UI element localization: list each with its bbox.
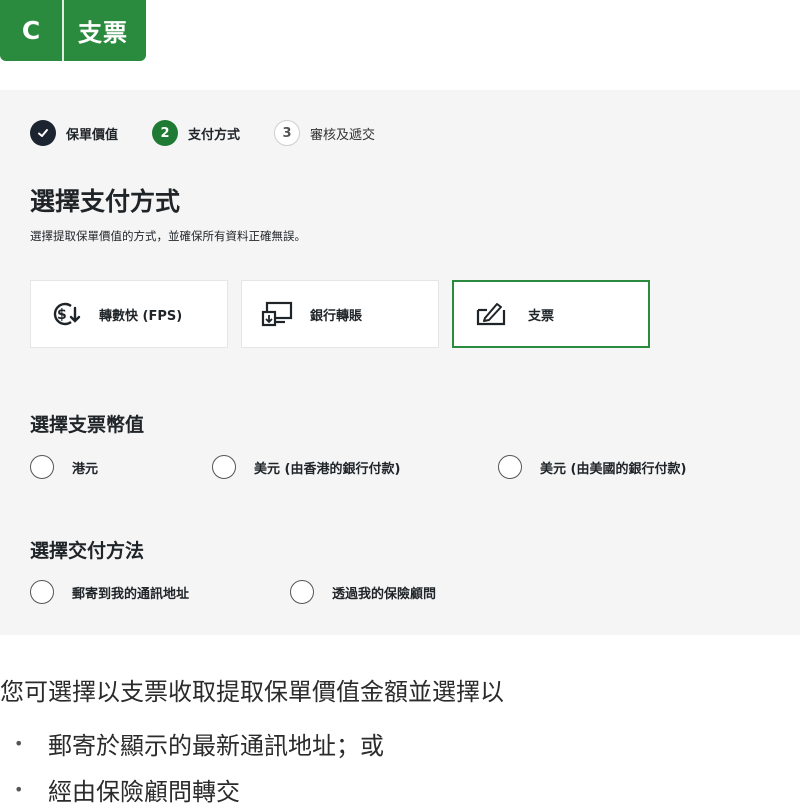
section-title: 支票 xyxy=(78,19,128,47)
radio-usd-us-bank[interactable]: 美元 (由美國的銀行付款) xyxy=(498,455,686,479)
bullet-text: 經由保險顧問轉交 xyxy=(48,777,240,806)
radio-label: 港元 xyxy=(72,461,99,477)
step-number: 2 xyxy=(152,120,179,146)
method-label: 轉數快 (FPS) xyxy=(99,308,183,324)
radio-circle[interactable] xyxy=(30,580,54,604)
step-review-submit[interactable]: 3 審核及遞交 xyxy=(274,120,375,146)
delivery-section-title: 選擇交付方法 xyxy=(30,540,145,562)
check-icon xyxy=(30,120,56,146)
page-subtitle: 選擇提取保單價值的方式，並確保所有資料正確無誤。 xyxy=(30,229,306,243)
step-policy-value[interactable]: 保單價值 xyxy=(30,120,118,146)
fps-dollar-icon: $ xyxy=(49,299,83,329)
list-item: • 郵寄於顯示的最新通訊地址；或 xyxy=(14,720,384,766)
radio-circle[interactable] xyxy=(290,580,314,604)
method-card-cheque[interactable]: 支票 xyxy=(452,280,650,348)
section-letter: C xyxy=(21,16,41,45)
note-intro: 您可選擇以支票收取提取保單價值金額並選擇以 xyxy=(0,678,504,706)
radio-label: 美元 (由香港的銀行付款) xyxy=(254,461,401,477)
section-chip: C 支票 xyxy=(0,0,146,61)
step-label: 審核及遞交 xyxy=(310,127,376,143)
chip-divider xyxy=(62,0,64,61)
delivery-options: 郵寄到我的通訊地址 透過我的保險顧問 xyxy=(30,580,436,604)
bullet-icon: • xyxy=(14,779,24,799)
payment-method-options: $ 轉數快 (FPS) 銀行轉賬 支票 xyxy=(30,280,663,348)
method-label: 銀行轉賬 xyxy=(310,308,363,324)
payment-panel: 保單價值 2 支付方式 3 審核及遞交 選擇支付方式 選擇提取保單價值的方式，並… xyxy=(0,90,800,635)
currency-options: 港元 美元 (由香港的銀行付款) 美元 (由美國的銀行付款) xyxy=(30,455,686,479)
step-label: 支付方式 xyxy=(188,127,241,143)
radio-via-advisor[interactable]: 透過我的保險顧問 xyxy=(290,580,436,604)
cheque-icon xyxy=(474,299,508,329)
note-bullets: • 郵寄於顯示的最新通訊地址；或 • 經由保險顧問轉交 xyxy=(14,720,384,812)
list-item: • 經由保險顧問轉交 xyxy=(14,766,384,812)
currency-section-title: 選擇支票幣值 xyxy=(30,414,145,436)
radio-hkd[interactable]: 港元 xyxy=(30,455,212,479)
step-number: 3 xyxy=(274,120,301,146)
radio-mail-address[interactable]: 郵寄到我的通訊地址 xyxy=(30,580,290,604)
bank-transfer-icon xyxy=(260,299,294,329)
page-title: 選擇支付方式 xyxy=(30,187,181,216)
radio-usd-hk-bank[interactable]: 美元 (由香港的銀行付款) xyxy=(212,455,498,479)
step-label: 保單價值 xyxy=(66,127,119,143)
method-card-fps[interactable]: $ 轉數快 (FPS) xyxy=(30,280,228,348)
bullet-text: 郵寄於顯示的最新通訊地址；或 xyxy=(48,731,384,760)
radio-label: 郵寄到我的通訊地址 xyxy=(72,586,190,602)
radio-label: 透過我的保險顧問 xyxy=(332,586,437,602)
radio-circle[interactable] xyxy=(212,455,236,479)
method-card-bank-transfer[interactable]: 銀行轉賬 xyxy=(241,280,439,348)
radio-circle[interactable] xyxy=(498,455,522,479)
radio-label: 美元 (由美國的銀行付款) xyxy=(540,461,687,477)
svg-text:$: $ xyxy=(57,307,67,323)
step-payment-method[interactable]: 2 支付方式 xyxy=(152,120,240,146)
bullet-icon: • xyxy=(14,733,24,753)
progress-stepper: 保單價值 2 支付方式 3 審核及遞交 xyxy=(30,120,409,146)
method-label: 支票 xyxy=(528,308,555,324)
radio-circle[interactable] xyxy=(30,455,54,479)
